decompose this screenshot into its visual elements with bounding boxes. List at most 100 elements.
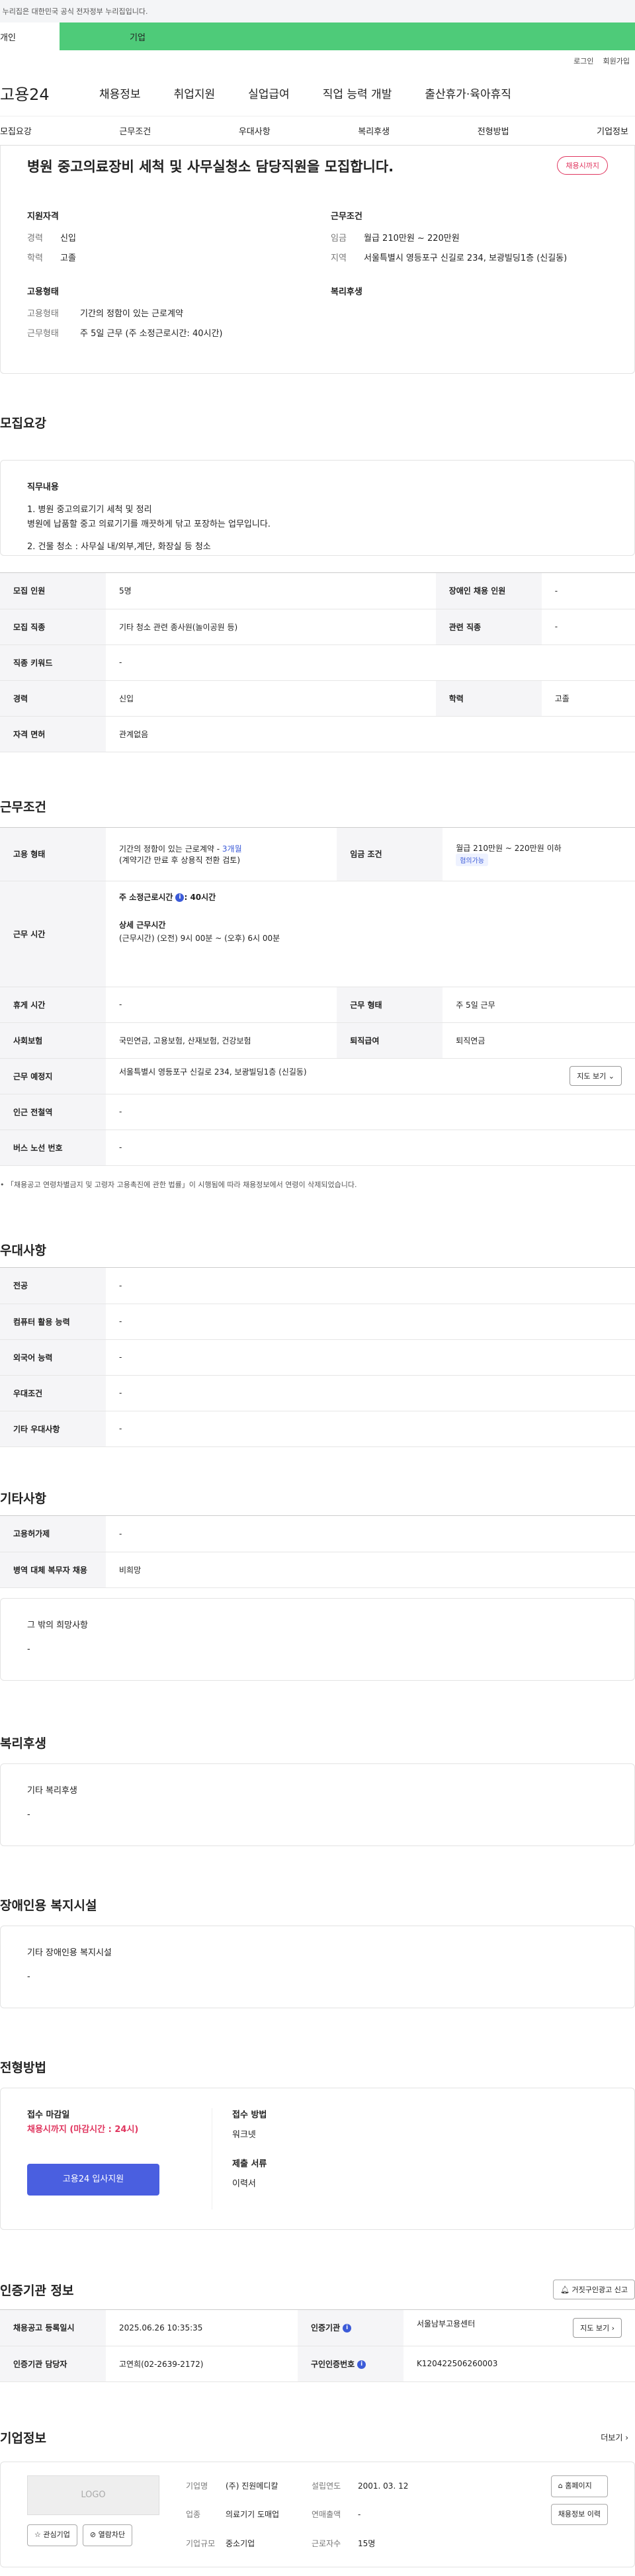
hope-value: - <box>27 1644 30 1655</box>
recruit-title: 모집요강 <box>0 416 46 431</box>
company-sales-label: 연매출액 <box>312 2510 341 2520</box>
info-icon[interactable]: i <box>175 893 185 902</box>
report-button[interactable]: 🔔︎ 거짓구인광고 신고 <box>553 2280 635 2299</box>
recruit-table: 모집 인원 5명 장애인 채용 인원 - 모집 직종 기타 청소 관련 종사원(… <box>0 573 635 752</box>
contract-period-link[interactable]: 3개월 <box>222 844 242 854</box>
emp-heading: 고용형태 <box>27 287 59 297</box>
report-button-label: 거짓구인광고 신고 <box>572 2286 628 2294</box>
work-table: 고용 형태 기간의 정함이 있는 근로계약 - 3개월 (계약기간 만료 후 상… <box>0 828 635 1166</box>
cond-heading: 근무조건 <box>331 212 362 222</box>
company-size-label: 기업규모 <box>186 2538 216 2548</box>
company-emp-value: 15명 <box>358 2538 376 2548</box>
row-value: 고졸 <box>541 680 635 717</box>
etc-table: 고용허가제 - 병역 대체 복무자 채용 비희망 <box>0 1516 635 1588</box>
row-label: 휴게 시간 <box>0 987 106 1023</box>
table-row: 고용허가제 - <box>0 1516 635 1552</box>
site-logo[interactable]: 고용24 <box>0 81 66 105</box>
docs-heading: 제출 서류 <box>232 2159 267 2170</box>
company-name-label: 기업명 <box>186 2481 208 2491</box>
gnb-item-support[interactable]: 취업지원 <box>174 85 216 101</box>
info-icon[interactable]: i <box>343 2324 352 2333</box>
table-row: 기타 우대사항 - <box>0 1411 635 1447</box>
row-label: 전공 <box>0 1268 106 1304</box>
login-link[interactable]: 로그인 <box>573 56 593 70</box>
row-value: 비희망 <box>106 1552 635 1588</box>
row-label: 구인인증번호 i <box>297 2346 403 2382</box>
emp-type-cell: 기간의 정함이 있는 근로계약 - 3개월 (계약기간 만료 후 상용직 전환 … <box>106 828 337 881</box>
row-label: 외국어 능력 <box>0 1339 106 1376</box>
row-value: 기타 청소 관련 종사원(놀이공원 등) <box>106 609 436 645</box>
welfare-heading-2: 기타 복리후생 <box>27 1786 77 1796</box>
row-value: 2025.06.26 10:35:35 <box>106 2310 298 2346</box>
signup-link[interactable]: 회원가입 <box>603 56 630 70</box>
row-value: K120422506260003 <box>403 2346 635 2382</box>
tab-selection[interactable]: 전형방법 <box>478 124 509 137</box>
cert-org-label: 인증기관 <box>310 2323 341 2333</box>
gnb-item-jobs[interactable]: 채용정보 <box>99 85 141 101</box>
weekly-hours-value: : 40시간 <box>184 892 216 902</box>
table-row: 모집 직종 기타 청소 관련 종사원(놀이공원 등) 관련 직종 - <box>0 609 635 645</box>
job-history-button[interactable]: 채용정보 이력 <box>550 2503 608 2526</box>
table-row: 모집 인원 5명 장애인 채용 인원 - <box>0 573 635 609</box>
company-more-link[interactable]: 더보기 › <box>601 2432 635 2443</box>
etc-title: 기타사항 <box>0 1491 46 1506</box>
tab-welfare[interactable]: 복리후생 <box>358 124 390 137</box>
apply-button[interactable]: 고용24 입사지원 <box>27 2164 159 2196</box>
hours-cell: 주 소정근로시간 i: 40시간 상세 근무시간 (근무시간) (오전) 9시 0… <box>106 881 635 987</box>
block-company-label: 열람차단 <box>98 2530 126 2539</box>
edu-value: 고졸 <box>60 253 76 263</box>
gnb-item-benefits[interactable]: 실업급여 <box>248 85 290 101</box>
disab-value: - <box>27 1972 30 1982</box>
row-value: 퇴직연금 <box>443 1022 635 1059</box>
company-name-value: (주) 진원메디칼 <box>226 2481 278 2491</box>
gov-notice-text: 이 누리집은 대한민국 공식 전자정부 누리집입니다. <box>0 7 148 16</box>
hope-heading: 그 밖의 희망사항 <box>27 1621 88 1630</box>
star-icon: ☆ <box>34 2530 41 2539</box>
tab-recruit[interactable]: 모집요강 <box>0 124 32 137</box>
hours-detail-heading: 상세 근무시간 <box>119 920 166 930</box>
tab-personal[interactable]: 개인 <box>0 22 60 50</box>
tab-work[interactable]: 근무조건 <box>119 124 151 137</box>
table-row: 병역 대체 복무자 채용 비희망 <box>0 1552 635 1588</box>
gnb-item-leave[interactable]: 출산휴가·육아휴직 <box>425 85 511 101</box>
row-label: 모집 인원 <box>0 573 106 609</box>
info-icon[interactable]: i <box>357 2360 366 2369</box>
tab-company[interactable]: 기업 <box>60 22 635 50</box>
disab-heading: 기타 장애인용 복지시설 <box>27 1948 112 1958</box>
row-label: 채용공고 등록일시 <box>0 2310 106 2346</box>
weekly-hours-label: 주 소정근로시간 <box>119 892 173 902</box>
row-label: 기타 우대사항 <box>0 1411 106 1447</box>
place-value: 서울특별시 영등포구 신길로 234, 보광빌딩1층 (신길동) <box>119 1067 307 1077</box>
gnb-item-training[interactable]: 직업 능력 개발 <box>323 85 392 101</box>
cert-map-label: 지도 보기 <box>580 2323 610 2332</box>
table-row: 근무 시간 주 소정근로시간 i: 40시간 상세 근무시간 (근무시간) (오전… <box>0 881 635 987</box>
homepage-button[interactable]: ⌂ 홈페이지 <box>550 2475 608 2497</box>
map-button-label: 지도 보기 <box>577 1072 607 1081</box>
edu-label: 학력 <box>27 253 43 263</box>
row-label: 모집 직종 <box>0 609 106 645</box>
hours-detail-value: (근무시간) (오전) 9시 00분 ~ (오후) 6시 00분 <box>119 934 280 944</box>
deadline-value: 채용시까지 (마감시간 : 24시) <box>27 2125 139 2135</box>
global-nav: 고용24 채용정보 취업지원 실업급여 직업 능력 개발 출산휴가·육아휴직 <box>0 70 635 116</box>
gov-notice-bar: 이 누리집은 대한민국 공식 전자정부 누리집입니다. <box>0 0 635 22</box>
row-label: 사회보험 <box>0 1022 106 1059</box>
wage-text: 월급 210만원 ~ 220만원 이하 <box>456 843 562 853</box>
cert-map-button[interactable]: 지도 보기 › <box>573 2317 622 2338</box>
map-button[interactable]: 지도 보기 ⌄ <box>570 1066 622 1086</box>
company-year-value: 2001. 03. 12 <box>358 2481 409 2491</box>
row-value: 관계없음 <box>106 716 635 752</box>
emptype-label: 고용형태 <box>27 309 59 319</box>
tab-company[interactable]: 기업정보 <box>597 124 628 137</box>
row-value: 신입 <box>106 680 436 717</box>
company-year-label: 설립연도 <box>312 2481 341 2491</box>
selection-box: 접수 마감일 채용시까지 (마감시간 : 24시) 고용24 입사지원 접수 방… <box>0 2088 635 2230</box>
block-company-button[interactable]: ⊘ 열람차단 <box>82 2524 133 2546</box>
selection-title: 전형방법 <box>0 2061 46 2075</box>
career-label: 경력 <box>27 234 43 244</box>
row-value: - <box>106 987 337 1023</box>
table-row: 고용 형태 기간의 정함이 있는 근로계약 - 3개월 (계약기간 만료 후 상… <box>0 828 635 881</box>
fav-company-button[interactable]: ☆ 관심기업 <box>27 2524 77 2546</box>
qual-heading: 지원자격 <box>27 212 59 222</box>
row-value: - <box>541 573 635 609</box>
tab-pref[interactable]: 우대사항 <box>239 124 271 137</box>
